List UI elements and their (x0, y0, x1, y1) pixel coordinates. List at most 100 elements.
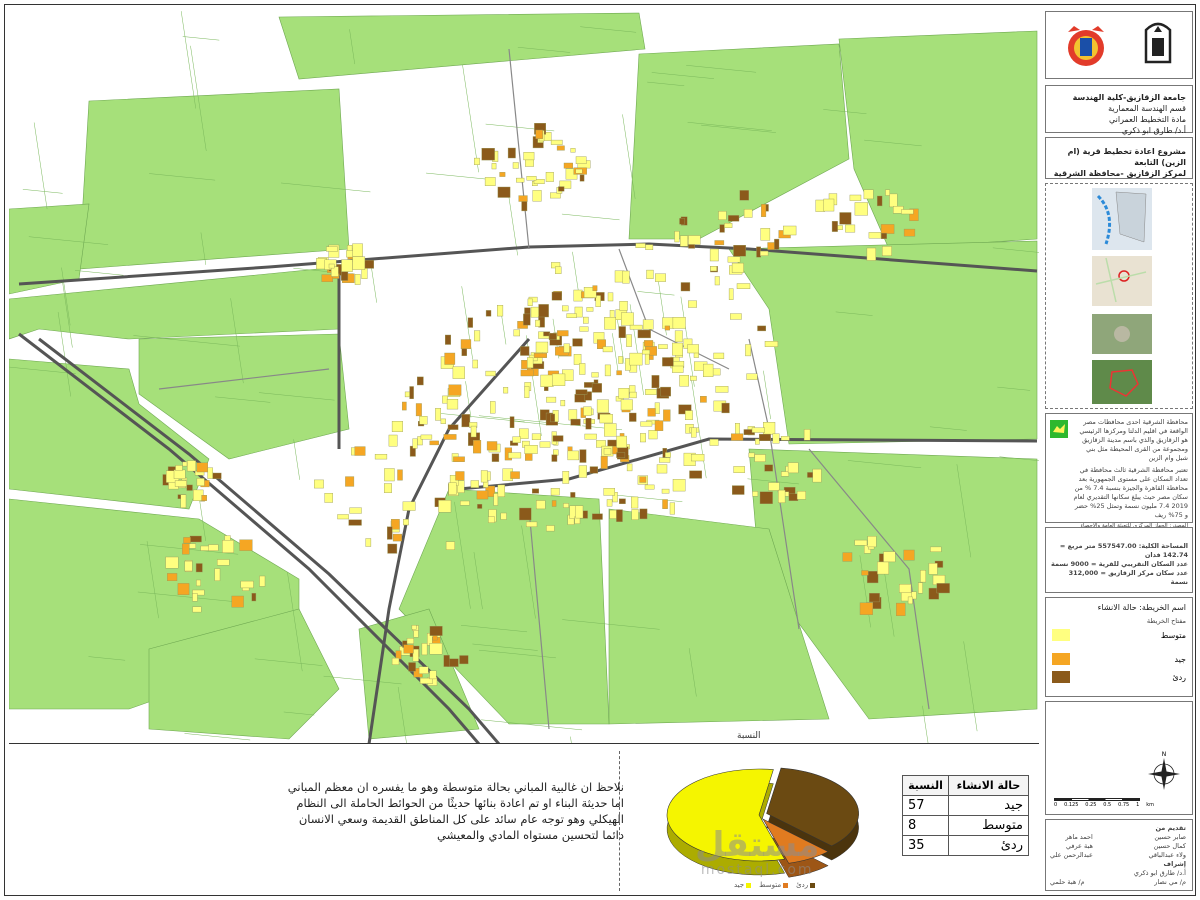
building[interactable] (674, 330, 683, 343)
building[interactable] (337, 514, 349, 520)
building[interactable] (165, 556, 179, 569)
building[interactable] (604, 364, 611, 377)
building[interactable] (459, 655, 469, 665)
building[interactable] (687, 344, 699, 354)
building[interactable] (513, 329, 521, 337)
building[interactable] (733, 466, 745, 473)
building[interactable] (867, 571, 879, 584)
building[interactable] (384, 468, 395, 482)
building[interactable] (208, 544, 219, 551)
building[interactable] (604, 423, 617, 437)
building[interactable] (715, 386, 729, 393)
building[interactable] (196, 462, 209, 473)
building[interactable] (907, 596, 913, 605)
building[interactable] (532, 488, 540, 494)
building[interactable] (566, 313, 577, 319)
building[interactable] (620, 399, 633, 411)
building[interactable] (461, 348, 467, 356)
building[interactable] (523, 152, 535, 161)
building[interactable] (563, 503, 569, 508)
building[interactable] (485, 310, 492, 317)
building[interactable] (752, 491, 759, 497)
building[interactable] (618, 326, 626, 339)
building[interactable] (538, 304, 549, 318)
building[interactable] (251, 593, 257, 602)
building[interactable] (524, 386, 530, 398)
building[interactable] (710, 266, 717, 272)
building[interactable] (803, 429, 811, 441)
building[interactable] (481, 147, 495, 161)
building[interactable] (575, 168, 583, 174)
building[interactable] (187, 460, 196, 472)
building[interactable] (201, 495, 207, 501)
building[interactable] (409, 386, 414, 400)
building[interactable] (388, 434, 398, 447)
building[interactable] (535, 129, 543, 139)
building[interactable] (532, 190, 542, 202)
building[interactable] (192, 606, 202, 613)
building[interactable] (354, 446, 366, 456)
building[interactable] (930, 546, 942, 553)
building[interactable] (688, 235, 701, 245)
building[interactable] (384, 483, 392, 494)
building[interactable] (728, 215, 740, 222)
building[interactable] (352, 256, 366, 270)
building[interactable] (443, 655, 450, 667)
building[interactable] (812, 468, 822, 483)
building[interactable] (659, 457, 671, 463)
building[interactable] (499, 172, 506, 177)
building[interactable] (768, 482, 780, 491)
building[interactable] (583, 406, 592, 416)
building[interactable] (883, 551, 896, 563)
building[interactable] (655, 273, 666, 282)
building[interactable] (354, 274, 361, 285)
building[interactable] (445, 541, 455, 550)
building[interactable] (721, 402, 730, 414)
building[interactable] (656, 464, 668, 474)
building[interactable] (447, 424, 459, 430)
building[interactable] (403, 644, 414, 654)
building[interactable] (690, 375, 697, 381)
building[interactable] (406, 638, 415, 644)
building[interactable] (787, 462, 799, 474)
building[interactable] (443, 434, 457, 440)
building[interactable] (527, 298, 533, 306)
building[interactable] (448, 384, 462, 396)
building[interactable] (527, 357, 534, 369)
building[interactable] (591, 383, 602, 393)
building[interactable] (618, 388, 630, 399)
building[interactable] (551, 454, 558, 462)
building[interactable] (709, 248, 719, 262)
building[interactable] (519, 507, 532, 521)
building[interactable] (412, 438, 418, 449)
building[interactable] (665, 452, 672, 458)
building[interactable] (387, 526, 393, 540)
building[interactable] (854, 202, 868, 216)
building[interactable] (535, 319, 541, 327)
building[interactable] (781, 471, 789, 477)
building[interactable] (837, 225, 843, 230)
building[interactable] (774, 238, 780, 250)
building[interactable] (239, 539, 253, 551)
building[interactable] (411, 625, 417, 630)
building[interactable] (572, 338, 583, 347)
building[interactable] (579, 363, 586, 375)
building[interactable] (184, 560, 193, 572)
building[interactable] (575, 156, 587, 165)
building[interactable] (882, 246, 892, 256)
building[interactable] (392, 533, 403, 542)
building[interactable] (619, 301, 628, 311)
building[interactable] (679, 375, 690, 387)
building[interactable] (403, 519, 409, 526)
building[interactable] (259, 575, 266, 587)
building[interactable] (664, 325, 671, 331)
building[interactable] (619, 498, 626, 504)
building[interactable] (607, 292, 614, 302)
building[interactable] (557, 330, 569, 337)
building[interactable] (663, 409, 671, 422)
building[interactable] (575, 505, 584, 519)
building[interactable] (531, 433, 541, 441)
building[interactable] (523, 313, 531, 326)
building[interactable] (869, 593, 880, 603)
building[interactable] (635, 243, 646, 248)
